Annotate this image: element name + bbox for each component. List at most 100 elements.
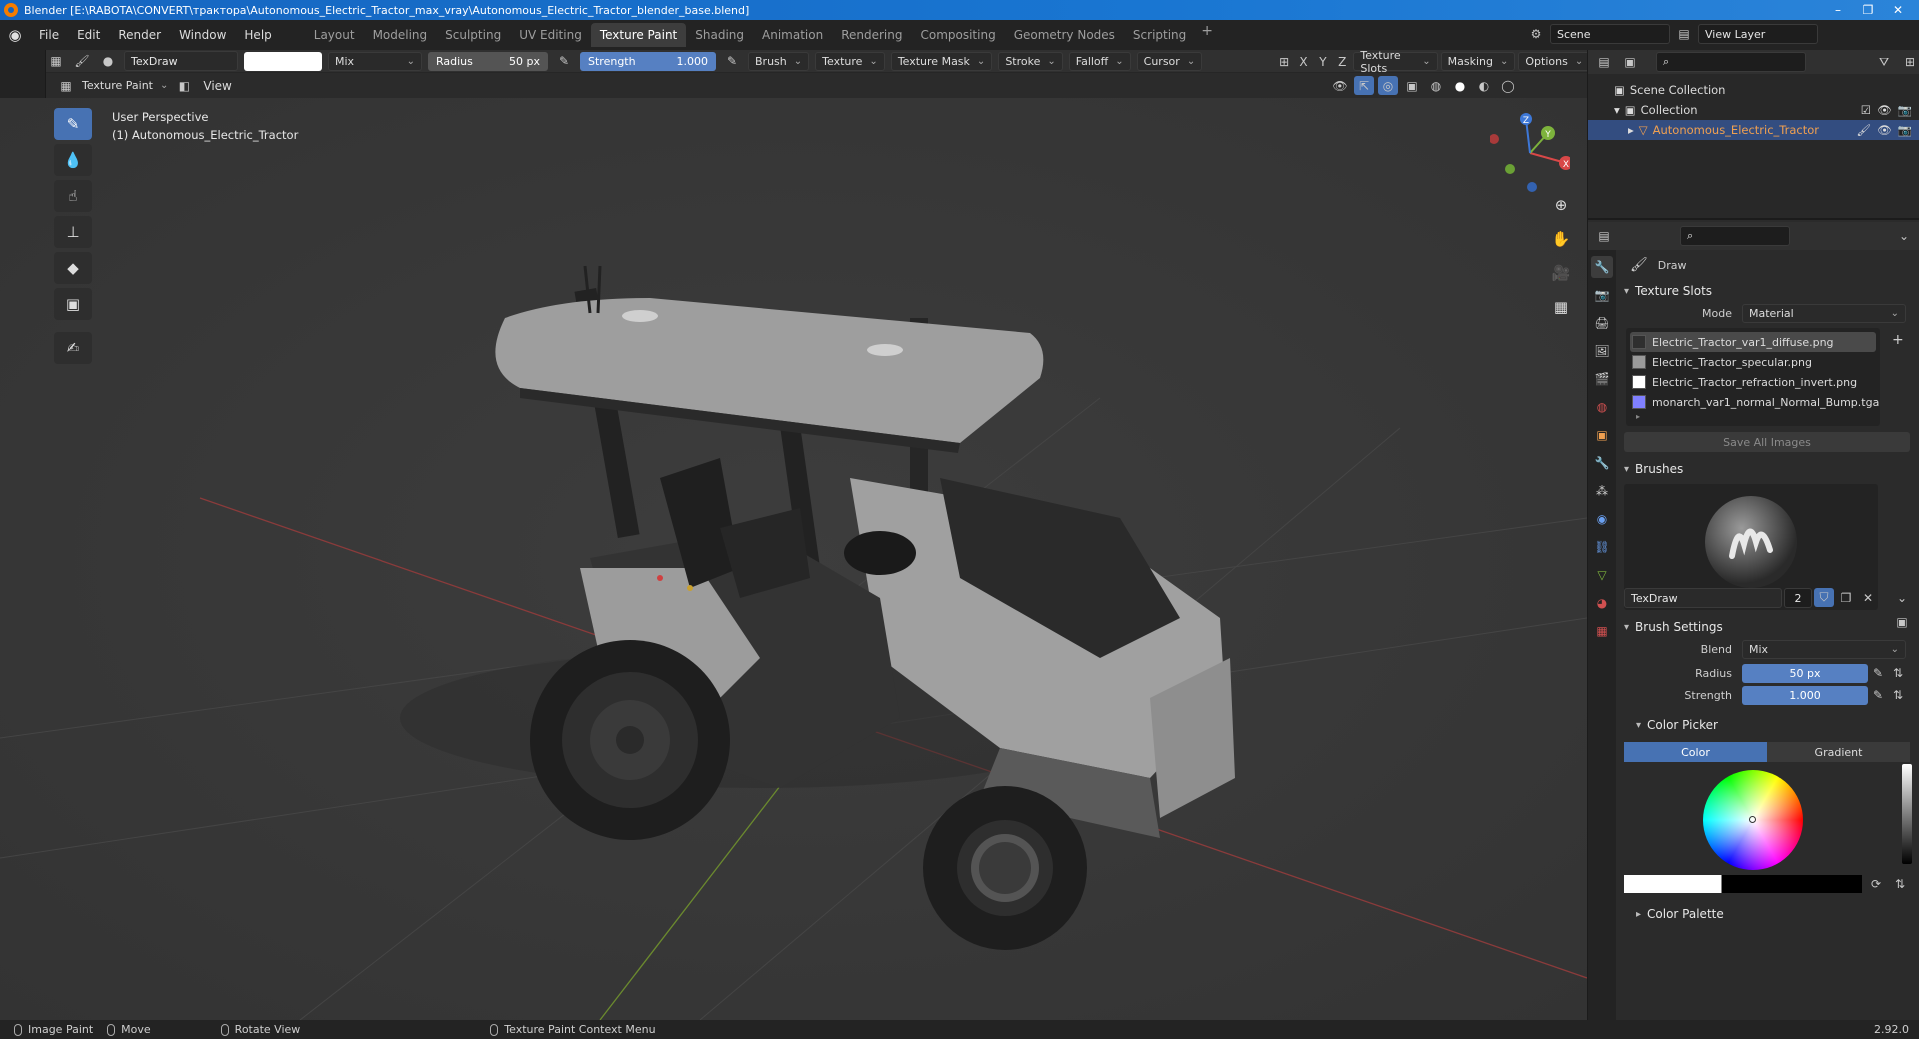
mask-toggle-icon[interactable]: ◧ xyxy=(174,76,194,95)
list-expand-icon[interactable]: ▸ xyxy=(1626,412,1880,422)
world-tab-icon[interactable]: ◍ xyxy=(1591,396,1613,418)
brush-menu-icon[interactable]: ⌄ xyxy=(1892,588,1912,607)
clone-tool-button[interactable]: ⊥ xyxy=(54,216,92,248)
view-menu[interactable]: View xyxy=(194,79,240,93)
add-slot-button[interactable]: + xyxy=(1892,332,1904,348)
expand-collection-icon[interactable]: ▾ xyxy=(1614,103,1620,117)
blend-mode-dropdown[interactable]: Mix xyxy=(1742,639,1906,659)
menu-render[interactable]: Render xyxy=(109,28,170,42)
pan-view-icon[interactable]: ✋ xyxy=(1548,226,1574,252)
solid-shading-icon[interactable]: ● xyxy=(1450,76,1470,95)
strength-slider[interactable]: Strength 1.000 xyxy=(580,51,716,71)
fake-user-shield-icon[interactable]: ⛉ xyxy=(1814,588,1834,607)
collection-visibility-icon[interactable]: 👁 xyxy=(1877,103,1892,117)
gradient-tab[interactable]: Gradient xyxy=(1767,742,1910,762)
rendered-shading-icon[interactable]: ◯ xyxy=(1498,76,1518,95)
color-picker-section[interactable]: Color Picker xyxy=(1620,714,1916,736)
texture-slot-item[interactable]: Electric_Tractor_var1_diffuse.png xyxy=(1630,332,1876,352)
brush-color-swatch[interactable] xyxy=(244,51,322,71)
constraints-tab-icon[interactable]: ⛓ xyxy=(1591,536,1613,558)
scene-collection-row[interactable]: ▣ Scene Collection xyxy=(1588,80,1919,100)
tab-uv-editing[interactable]: UV Editing xyxy=(510,23,591,47)
radius-prop-slider[interactable]: 50 px xyxy=(1742,663,1868,683)
menu-edit[interactable]: Edit xyxy=(68,28,109,42)
texture-tab-icon[interactable]: ▦ xyxy=(1591,620,1613,642)
properties-options-icon[interactable]: ⌄ xyxy=(1894,227,1914,246)
scene-tab-icon[interactable]: 🎬 xyxy=(1591,368,1613,390)
color-wheel[interactable] xyxy=(1703,770,1803,870)
brush-preview-icon[interactable]: ● xyxy=(98,52,118,71)
axis-y-button[interactable]: Y xyxy=(1315,52,1331,71)
blend-dropdown[interactable]: Mix xyxy=(328,51,422,71)
output-tab-icon[interactable]: 🖨 xyxy=(1591,312,1613,334)
brush-name-field[interactable]: TexDraw xyxy=(124,51,238,71)
color-palette-section[interactable]: Color Palette xyxy=(1620,903,1916,925)
stroke-menu[interactable]: Stroke xyxy=(998,51,1063,71)
cursor-menu[interactable]: Cursor xyxy=(1136,51,1203,71)
3d-viewport[interactable]: X Y Z xyxy=(0,98,1587,1020)
texture-slot-item[interactable]: Electric_Tractor_refraction_invert.png xyxy=(1626,372,1880,392)
swap-colors-icon[interactable]: ⟳ xyxy=(1866,874,1886,893)
radius-slider[interactable]: Radius 50 px xyxy=(428,51,548,71)
texture-mask-menu[interactable]: Texture Mask xyxy=(890,51,993,71)
menu-window[interactable]: Window xyxy=(170,28,235,42)
camera-view-icon[interactable]: 🎥 xyxy=(1548,260,1574,286)
masking-menu[interactable]: Masking xyxy=(1440,52,1516,71)
tab-compositing[interactable]: Compositing xyxy=(911,23,1004,47)
tab-layout[interactable]: Layout xyxy=(305,23,364,47)
paint-brush-icon[interactable]: 🖌 xyxy=(72,52,92,71)
render-tab-icon[interactable]: 📷 xyxy=(1591,284,1613,306)
object-visibility-icon[interactable]: 👁 xyxy=(1877,123,1892,137)
draw-tool-button[interactable]: ✎ xyxy=(54,108,92,140)
menu-help[interactable]: Help xyxy=(235,28,280,42)
particles-tab-icon[interactable]: ⁂ xyxy=(1591,480,1613,502)
options-menu[interactable]: Options xyxy=(1518,52,1591,71)
tab-modeling[interactable]: Modeling xyxy=(364,23,437,47)
axis-x-button[interactable]: X xyxy=(1295,52,1311,71)
blender-menu-icon[interactable]: ◉ xyxy=(0,26,30,44)
gizmo-toggle-icon[interactable]: ⇱ xyxy=(1354,76,1374,95)
texture-menu[interactable]: Texture xyxy=(815,51,885,71)
collection-row[interactable]: ▾ ▣ Collection ☑ 👁 📷 xyxy=(1588,100,1919,120)
brush-name-input[interactable]: TexDraw xyxy=(1624,588,1782,608)
outliner-editor-icon[interactable]: ▤ xyxy=(1594,53,1614,72)
texture-slot-item[interactable]: Electric_Tractor_specular.png xyxy=(1626,352,1880,372)
mask-tool-button[interactable]: ▣ xyxy=(54,288,92,320)
object-row[interactable]: ▸ ▽ Autonomous_Electric_Tractor 🖌 👁 📷 xyxy=(1588,120,1919,140)
smear-tool-button[interactable]: ☝ xyxy=(54,180,92,212)
physics-tab-icon[interactable]: ◉ xyxy=(1591,508,1613,530)
overlay-toggle-icon[interactable]: ◎ xyxy=(1378,76,1398,95)
properties-search-input[interactable]: ⌕ xyxy=(1680,226,1790,246)
object-render-icon[interactable]: 📷 xyxy=(1898,123,1912,137)
radius-unit-icon[interactable]: ⇅ xyxy=(1888,664,1908,683)
symmetry-icon[interactable]: ⊞ xyxy=(1276,52,1292,71)
annotate-tool-button[interactable]: ✍ xyxy=(54,332,92,364)
view-layer-icon[interactable]: ▤ xyxy=(1674,25,1694,44)
axis-z-button[interactable]: Z xyxy=(1334,52,1350,71)
texture-slots-section[interactable]: Texture Slots xyxy=(1620,280,1916,302)
tab-rendering[interactable]: Rendering xyxy=(832,23,911,47)
scene-icon[interactable]: ⚙ xyxy=(1526,25,1546,44)
value-slider[interactable] xyxy=(1902,764,1912,864)
modifier-tab-icon[interactable]: 🔧 xyxy=(1591,452,1613,474)
view-layer-field[interactable]: View Layer xyxy=(1698,24,1818,44)
brushes-section[interactable]: Brushes xyxy=(1620,458,1916,480)
color-pressure-icon[interactable]: ⇅ xyxy=(1890,874,1910,893)
tab-animation[interactable]: Animation xyxy=(753,23,832,47)
collection-checkbox-icon[interactable]: ☑ xyxy=(1861,103,1871,117)
visibility-icon[interactable]: 👁 xyxy=(1330,76,1350,95)
navigation-gizmo[interactable]: X Y Z xyxy=(1490,113,1570,193)
menu-file[interactable]: File xyxy=(30,28,68,42)
xray-icon[interactable]: ▣ xyxy=(1402,76,1422,95)
fill-tool-button[interactable]: ◆ xyxy=(54,252,92,284)
close-button[interactable]: ✕ xyxy=(1883,0,1913,20)
tab-shading[interactable]: Shading xyxy=(686,23,753,47)
color-gradient-bar[interactable] xyxy=(1624,874,1862,893)
brush-settings-section[interactable]: Brush Settings xyxy=(1620,616,1916,638)
brush-preview-area[interactable]: TexDraw 2 ⛉ ❐ ✕ xyxy=(1624,484,1878,610)
display-mode-icon[interactable]: ▣ xyxy=(1620,53,1640,72)
radius-pressure-icon[interactable]: ✎ xyxy=(554,52,574,71)
color-wheel-cursor[interactable] xyxy=(1749,816,1756,823)
properties-editor-icon[interactable]: ▤ xyxy=(1594,227,1614,246)
tool-tab-icon[interactable]: 🔧 xyxy=(1591,256,1613,278)
